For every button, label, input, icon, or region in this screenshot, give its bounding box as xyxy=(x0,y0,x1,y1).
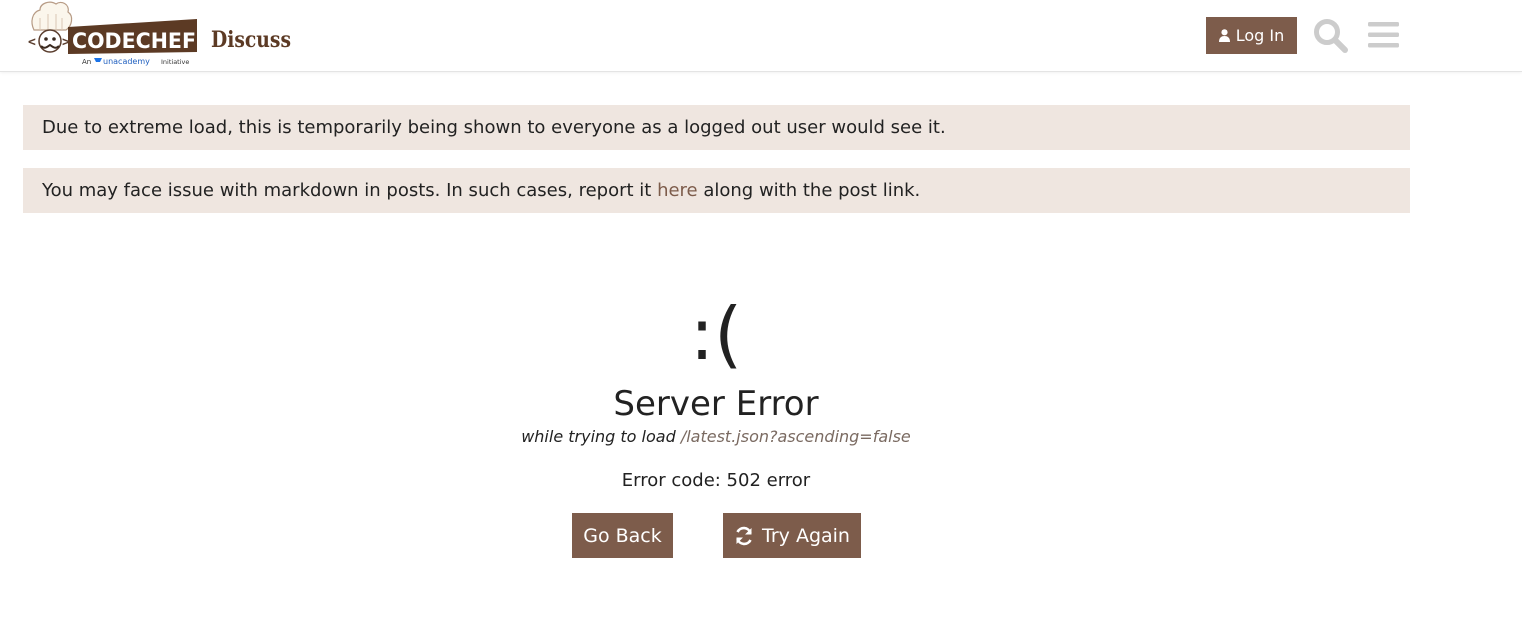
login-label: Log In xyxy=(1235,26,1285,45)
unacademy-icon xyxy=(94,58,102,62)
logo-sub-suffix: Initiative xyxy=(161,58,189,66)
error-while-text: while trying to load xyxy=(521,427,681,446)
go-back-label: Go Back xyxy=(583,524,662,547)
codechef-logo[interactable]: < > CODECHEF An unacademy Initiative Dis… xyxy=(28,0,303,70)
error-code: Error code: 502 error xyxy=(621,470,811,491)
error-subtitle: while trying to load /latest.json?ascend… xyxy=(0,426,1432,448)
logo-wordmark: CODECHEF xyxy=(72,29,196,53)
go-back-button[interactable]: Go Back xyxy=(572,513,673,558)
refresh-icon xyxy=(736,526,752,545)
markdown-notice-suffix: along with the post link. xyxy=(697,180,921,201)
load-notice-text: Due to extreme load, this is temporarily… xyxy=(42,117,946,138)
user-icon xyxy=(1218,29,1230,42)
markdown-notice-banner: You may face issue with markdown in post… xyxy=(23,168,1410,213)
error-title: Server Error xyxy=(613,384,819,424)
login-button[interactable]: Log In xyxy=(1206,17,1297,54)
try-again-label: Try Again xyxy=(762,524,850,547)
error-url: /latest.json?ascending=false xyxy=(680,427,911,446)
logo-sub-brand: unacademy xyxy=(103,57,150,66)
site-name: Discuss xyxy=(211,27,291,53)
search-icon[interactable] xyxy=(1313,18,1349,54)
load-notice-banner: Due to extreme load, this is temporarily… xyxy=(23,105,1410,150)
site-header: < > CODECHEF An unacademy Initiative Dis… xyxy=(0,0,1522,72)
sad-face-emoticon: :( xyxy=(689,292,743,376)
markdown-notice-prefix: You may face issue with markdown in post… xyxy=(42,180,658,201)
svg-text:<: < xyxy=(28,35,36,50)
hamburger-menu-icon[interactable] xyxy=(1367,20,1400,50)
try-again-button[interactable]: Try Again xyxy=(723,513,861,558)
logo-graphic: < > CODECHEF An unacademy Initiative Dis… xyxy=(28,1,291,66)
report-here-link[interactable]: here xyxy=(657,180,698,201)
logo-sub-prefix: An xyxy=(82,58,91,66)
